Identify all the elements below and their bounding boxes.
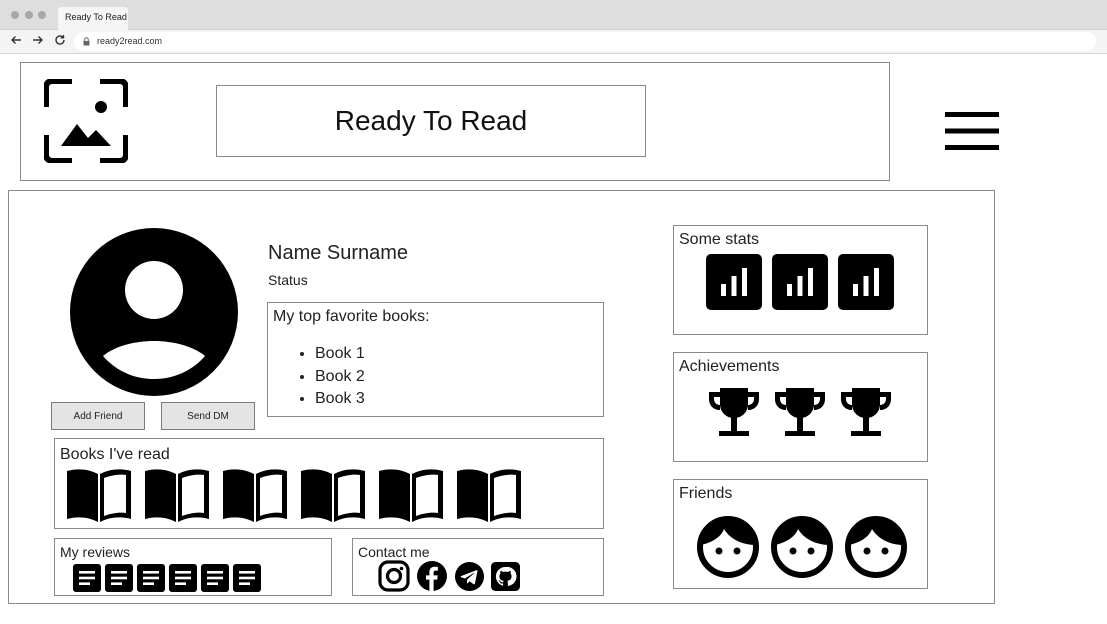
article-icon[interactable]	[233, 564, 261, 592]
open-book-icon[interactable]	[64, 468, 134, 522]
add-friend-button[interactable]: Add Friend	[51, 402, 145, 430]
bar-chart-icon[interactable]	[772, 254, 828, 310]
stats-list	[706, 254, 894, 310]
send-dm-button[interactable]: Send DM	[161, 402, 255, 430]
favorite-books-card: My top favorite books: Book 1 Book 2 Boo…	[267, 302, 604, 417]
books-read-title: Books I've read	[60, 446, 170, 463]
window-minimize-dot[interactable]	[25, 11, 33, 19]
browser-titlebar: Ready To Read	[0, 0, 1107, 30]
window-maximize-dot[interactable]	[38, 11, 46, 19]
favorite-books-title: My top favorite books:	[273, 308, 430, 325]
open-book-icon[interactable]	[454, 468, 524, 522]
site-title-text: Ready To Read	[334, 105, 528, 136]
open-book-icon[interactable]	[220, 468, 290, 522]
contact-title: Contact me	[358, 544, 430, 560]
contact-card: Contact me	[352, 538, 604, 596]
article-icon[interactable]	[73, 564, 101, 592]
achievements-title: Achievements	[679, 358, 780, 375]
facebook-icon[interactable]	[416, 560, 448, 592]
achievements-card: Achievements	[673, 352, 928, 462]
reviews-list	[73, 564, 261, 592]
forward-arrow-icon[interactable]	[31, 34, 45, 48]
back-arrow-icon[interactable]	[9, 34, 23, 48]
list-item[interactable]: Book 1	[315, 345, 365, 368]
stats-card: Some stats	[673, 225, 928, 335]
reviews-card: My reviews	[54, 538, 332, 596]
books-read-card: Books I've read	[54, 438, 604, 529]
friends-title: Friends	[679, 485, 733, 502]
books-read-list	[64, 468, 524, 522]
article-icon[interactable]	[201, 564, 229, 592]
trophy-icon[interactable]	[838, 386, 894, 442]
window-close-dot[interactable]	[11, 11, 19, 19]
contact-links	[378, 560, 520, 592]
achievements-list	[706, 386, 894, 442]
article-icon[interactable]	[105, 564, 133, 592]
face-icon[interactable]	[696, 515, 760, 579]
account-circle-icon	[70, 228, 238, 396]
open-book-icon[interactable]	[376, 468, 446, 522]
user-status: Status	[268, 272, 308, 288]
user-name: Name Surname	[268, 242, 409, 264]
stats-title: Some stats	[679, 231, 760, 248]
open-book-icon[interactable]	[142, 468, 212, 522]
telegram-icon[interactable]	[454, 561, 485, 592]
trophy-icon[interactable]	[772, 386, 828, 442]
friends-card: Friends	[673, 479, 928, 589]
browser-tab[interactable]: Ready To Read	[58, 7, 128, 30]
github-icon[interactable]	[491, 561, 520, 591]
url-text: ready2read.com	[97, 36, 163, 46]
bar-chart-icon[interactable]	[706, 254, 762, 310]
reviews-title: My reviews	[60, 544, 131, 560]
instagram-icon[interactable]	[378, 560, 410, 592]
image-placeholder-icon[interactable]	[44, 79, 128, 163]
open-book-icon[interactable]	[298, 468, 368, 522]
face-icon[interactable]	[844, 515, 908, 579]
address-bar[interactable]: ready2read.com	[74, 32, 1096, 51]
hamburger-menu-icon[interactable]	[945, 112, 999, 150]
face-icon[interactable]	[770, 515, 834, 579]
browser-navbar: ready2read.com	[0, 30, 1107, 54]
reload-icon[interactable]	[53, 34, 67, 48]
article-icon[interactable]	[169, 564, 197, 592]
lock-icon	[83, 37, 90, 46]
trophy-icon[interactable]	[706, 386, 762, 442]
friends-list	[696, 515, 908, 579]
browser-tab-title: Ready To Read	[65, 12, 127, 22]
favorite-books-list: Book 1 Book 2 Book 3	[315, 345, 365, 413]
site-title: Ready To Read	[216, 85, 646, 157]
bar-chart-icon[interactable]	[838, 254, 894, 310]
list-item[interactable]: Book 2	[315, 368, 365, 391]
list-item[interactable]: Book 3	[315, 390, 365, 413]
article-icon[interactable]	[137, 564, 165, 592]
